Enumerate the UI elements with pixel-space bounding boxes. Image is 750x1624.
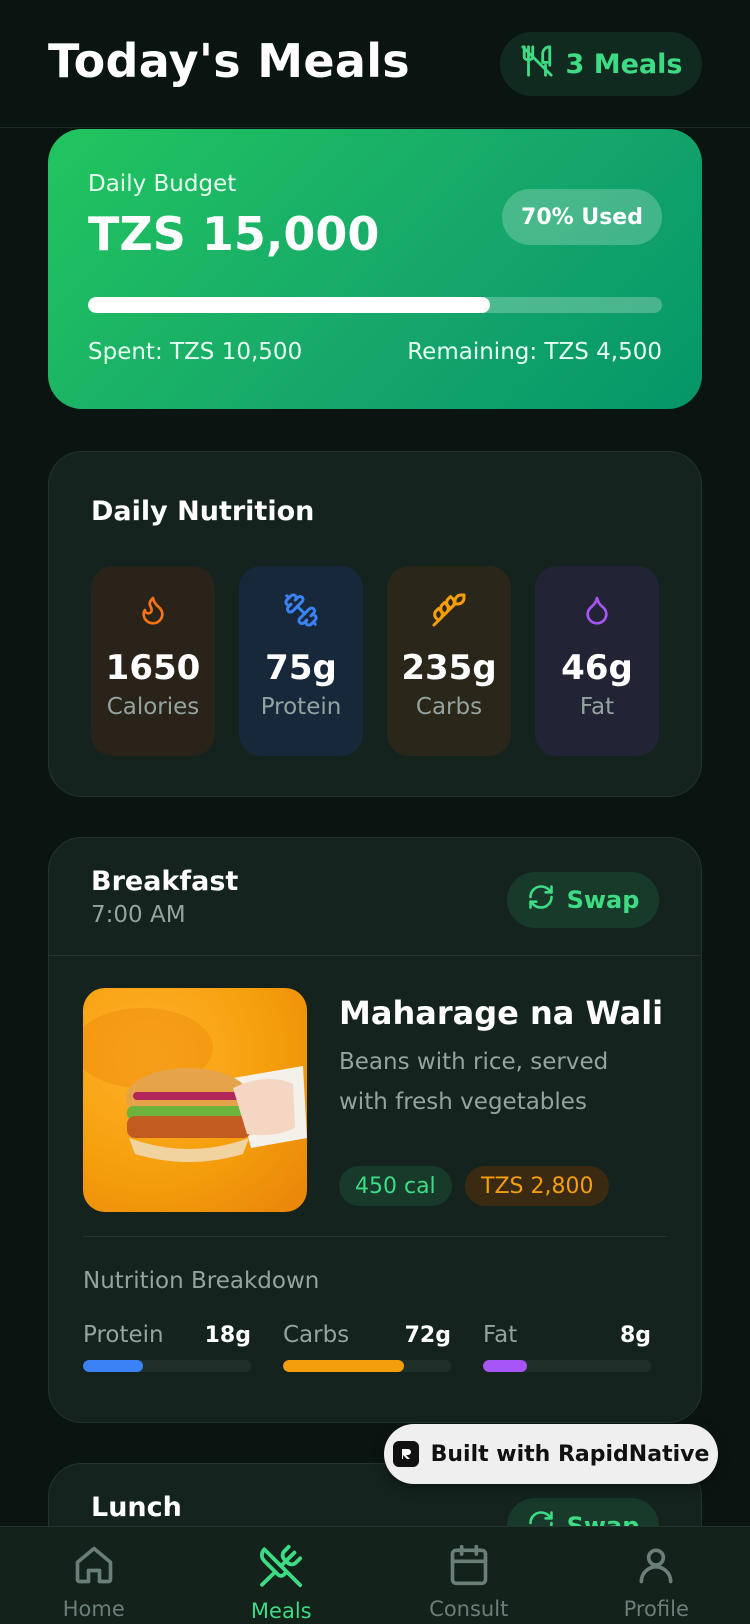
budget-progress-fill: [88, 297, 490, 313]
tab-meals[interactable]: Meals: [188, 1527, 376, 1624]
breakdown-protein: Protein 18g: [83, 1322, 251, 1372]
breakdown-fat: Fat 8g: [483, 1322, 651, 1372]
breakdown-value: 72g: [404, 1323, 451, 1348]
tab-home[interactable]: Home: [0, 1527, 188, 1624]
budget-spent: Spent: TZS 10,500: [88, 339, 303, 365]
tab-label: Meals: [250, 1599, 312, 1623]
breakfast-header: Breakfast 7:00 AM Swap: [49, 838, 701, 956]
main-scroll[interactable]: Daily Budget TZS 15,000 70% Used Spent: …: [0, 129, 750, 1526]
budget-amount: TZS 15,000: [88, 207, 380, 261]
breakdown-value: 18g: [204, 1323, 251, 1348]
flame-icon: [137, 588, 169, 632]
dish-image: [83, 988, 307, 1212]
nutrition-tile-calories: 1650 Calories: [91, 566, 215, 756]
app-header: Today's Meals 3 Meals: [0, 0, 750, 128]
droplet-icon: [581, 588, 613, 632]
breakdown-bar-fill: [283, 1360, 404, 1372]
utensils-icon: [258, 1543, 304, 1593]
nutrition-tile-carbs: 235g Carbs: [387, 566, 511, 756]
breakdown-label: Protein: [83, 1322, 164, 1348]
price-tag: TZS 2,800: [465, 1166, 610, 1206]
breakdown-bar: [83, 1360, 251, 1372]
meal-time: 7:00 AM: [91, 902, 186, 928]
page-title: Today's Meals: [48, 34, 410, 88]
breakdown-bar: [483, 1360, 651, 1372]
meal-name: Breakfast: [91, 866, 239, 897]
wheat-icon: [431, 588, 467, 632]
refresh-icon: [527, 1509, 555, 1526]
nutrition-tile-fat: 46g Fat: [535, 566, 659, 756]
built-with-label: Built with RapidNative: [430, 1441, 710, 1467]
breakdown-carbs: Carbs 72g: [283, 1322, 451, 1372]
tab-label: Profile: [623, 1597, 689, 1621]
meals-count-label: 3 Meals: [565, 48, 683, 80]
swap-button[interactable]: Swap: [507, 1498, 659, 1526]
protein-label: Protein: [260, 694, 342, 720]
calendar-icon: [447, 1543, 491, 1591]
nutrition-breakdown: Protein 18g Carbs 72g Fat 8g: [83, 1322, 651, 1372]
breakfast-card[interactable]: Breakfast 7:00 AM Swap Maharage na Wali …: [48, 837, 702, 1423]
meals-count-badge[interactable]: 3 Meals: [500, 32, 702, 96]
swap-label: Swap: [566, 1512, 640, 1526]
bottom-tab-bar: Home Meals Consult Profile: [0, 1526, 750, 1624]
built-with-badge[interactable]: Built with RapidNative: [384, 1424, 718, 1484]
breakdown-label: Carbs: [283, 1322, 350, 1348]
fat-value: 46g: [561, 648, 633, 688]
swap-label: Swap: [566, 886, 640, 914]
tab-label: Home: [62, 1597, 125, 1621]
calories-label: Calories: [106, 694, 200, 720]
breakdown-value: 8g: [619, 1323, 651, 1348]
budget-label: Daily Budget: [88, 171, 237, 197]
budget-remaining: Remaining: TZS 4,500: [407, 339, 662, 365]
breakdown-bar: [283, 1360, 451, 1372]
protein-value: 75g: [265, 648, 337, 688]
divider: [83, 1236, 667, 1237]
calories-tag: 450 cal: [339, 1166, 452, 1206]
rapidnative-logo-icon: [392, 1441, 419, 1467]
fat-label: Fat: [579, 694, 615, 720]
home-icon: [72, 1543, 116, 1591]
breakdown-label: Fat: [483, 1322, 518, 1348]
budget-card: Daily Budget TZS 15,000 70% Used Spent: …: [48, 129, 702, 409]
carbs-label: Carbs: [415, 694, 483, 720]
daily-nutrition-card: Daily Nutrition 1650 Calories 75g Protei…: [48, 451, 702, 797]
user-icon: [634, 1543, 678, 1591]
swap-button[interactable]: Swap: [507, 872, 659, 928]
dish-description: Beans with rice, served with fresh veget…: [339, 1049, 609, 1115]
carbs-value: 235g: [401, 648, 497, 688]
utensils-off-icon: [520, 44, 554, 85]
nutrition-tiles: 1650 Calories 75g Protein 235g Carbs 46g…: [91, 566, 659, 756]
nutrition-title: Daily Nutrition: [91, 496, 315, 527]
budget-progress-bar: [88, 297, 662, 313]
dumbbell-icon: [283, 588, 319, 632]
breakdown-title: Nutrition Breakdown: [83, 1268, 320, 1294]
tab-consult[interactable]: Consult: [375, 1527, 563, 1624]
budget-used-badge: 70% Used: [502, 189, 662, 245]
tab-label: Consult: [429, 1597, 509, 1621]
tab-profile[interactable]: Profile: [563, 1527, 750, 1624]
meal-name: Lunch: [91, 1492, 182, 1523]
breakdown-bar-fill: [483, 1360, 527, 1372]
dish-name: Maharage na Wali: [339, 994, 664, 1032]
breakdown-bar-fill: [83, 1360, 144, 1372]
calories-value: 1650: [105, 648, 201, 688]
nutrition-tile-protein: 75g Protein: [239, 566, 363, 756]
refresh-icon: [527, 883, 555, 917]
